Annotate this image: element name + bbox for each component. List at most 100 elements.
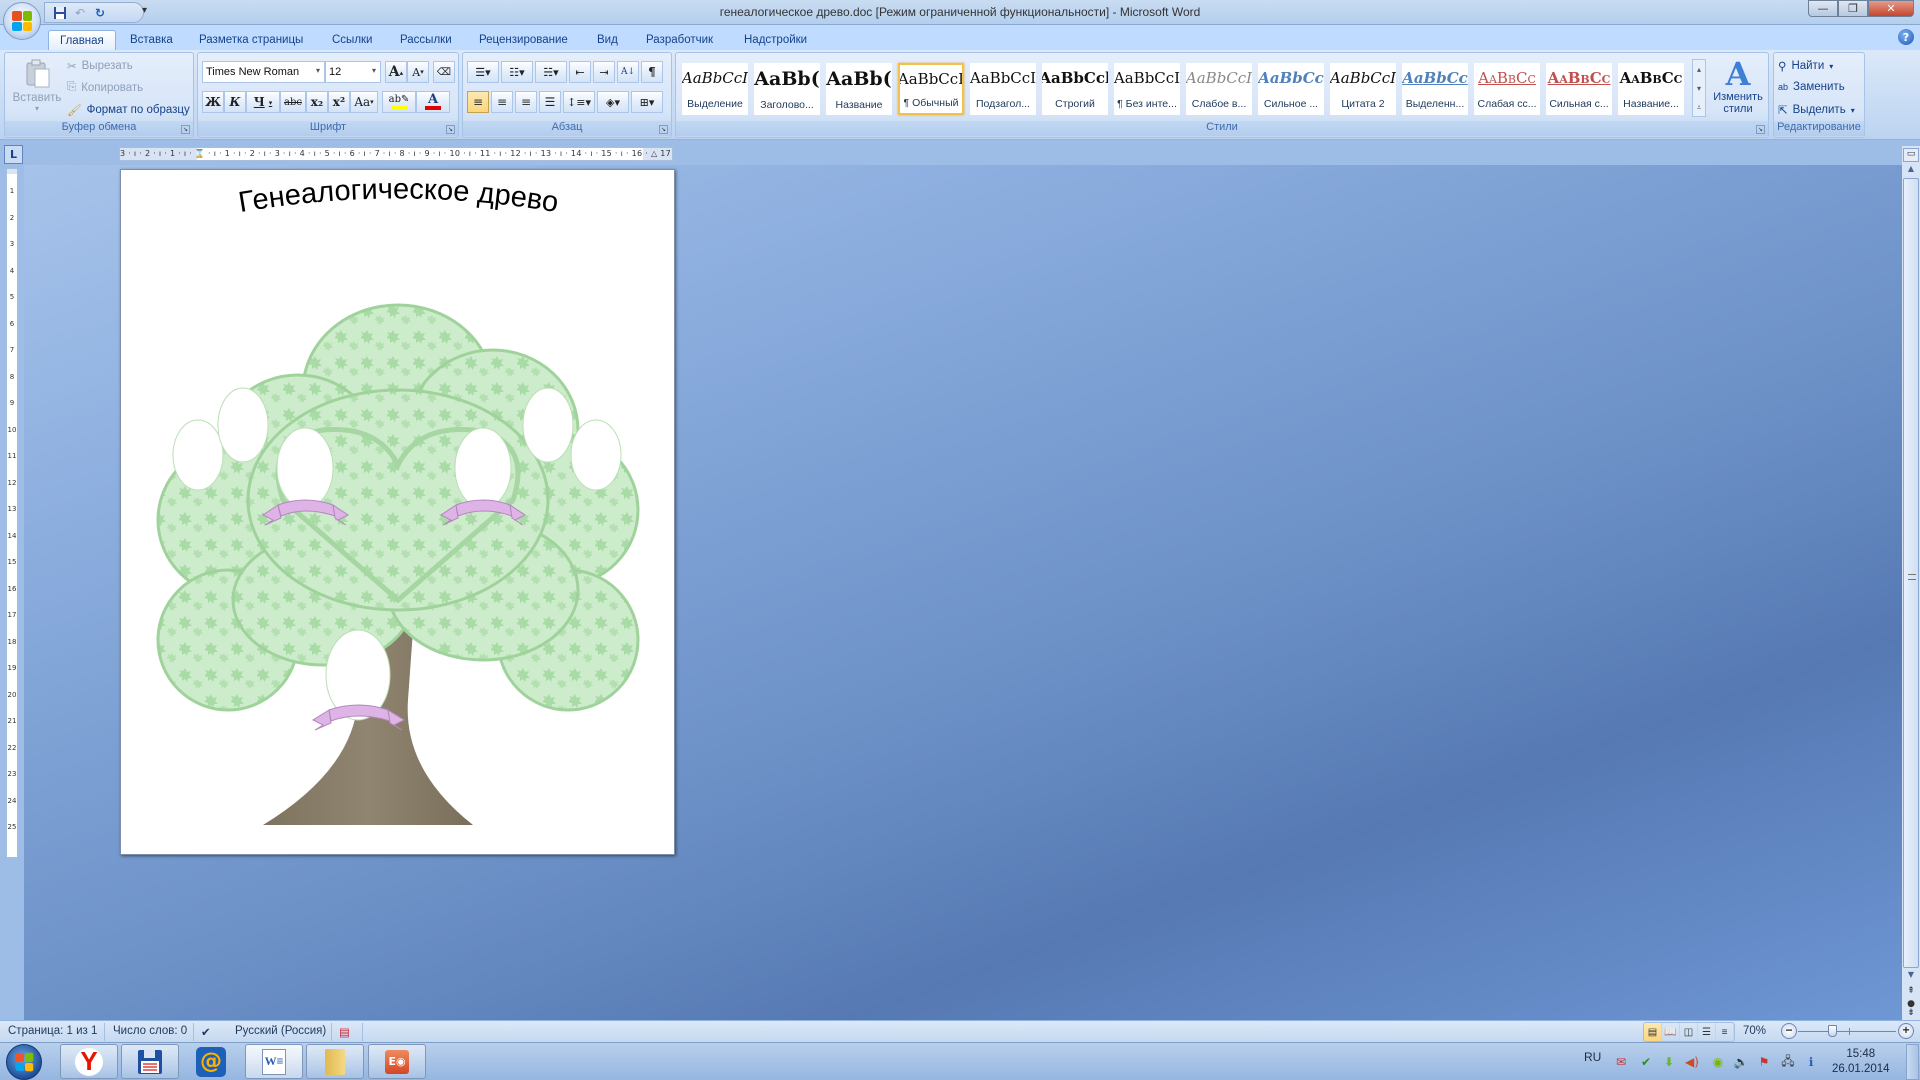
bullets-button[interactable]: ☰▾ [467, 61, 499, 83]
download-icon[interactable]: ⬇ [1661, 1054, 1677, 1070]
zoom-in-icon[interactable]: + [1898, 1023, 1914, 1039]
sort-button[interactable]: A↓ [617, 61, 639, 83]
tab-selector-button[interactable]: L [4, 145, 23, 164]
style-item[interactable]: AaBbCc Слабая сс... [1474, 63, 1540, 115]
borders-button[interactable]: ⊞▾ [631, 91, 663, 113]
macro-recording-icon[interactable]: ▤ [339, 1025, 350, 1039]
style-item[interactable]: AaBbCcI Подзагол... [970, 63, 1036, 115]
office-button[interactable] [3, 2, 41, 40]
grow-font-button[interactable]: A ▴ [385, 61, 407, 83]
bold-button[interactable]: Ж [202, 91, 224, 113]
line-spacing-button[interactable]: ↕≡▾ [563, 91, 595, 113]
font-color-button[interactable]: A [416, 91, 450, 113]
format-painter-button[interactable]: 🖌 Формат по образцу [67, 103, 190, 117]
volume-icon[interactable]: 🔈 [1733, 1054, 1749, 1070]
tab-references[interactable]: Ссылки [321, 30, 384, 50]
gallery-down-icon[interactable]: ▾ [1693, 79, 1705, 98]
gallery-up-icon[interactable]: ▴ [1693, 60, 1705, 79]
horizontal-ruler[interactable]: 3 · ı · 2 · ı · 1 · ı · ⌛ · ı · 1 · ı · … [119, 147, 673, 161]
shading-button[interactable]: ◈▾ [597, 91, 629, 113]
scroll-thumb[interactable] [1903, 178, 1919, 968]
superscript-button[interactable]: x² [328, 91, 350, 113]
tab-review[interactable]: Рецензирование [468, 30, 579, 50]
system-clock[interactable]: 15:48 26.01.2014 [1832, 1047, 1890, 1077]
tab-page-layout[interactable]: Разметка страницы [188, 30, 314, 50]
font-name-combo[interactable]: Times New Roman ▾ [202, 61, 325, 83]
help-icon[interactable]: ? [1898, 29, 1914, 45]
tab-insert[interactable]: Вставка [119, 30, 184, 50]
find-button[interactable]: ⚲ Найти ▾ [1778, 59, 1833, 73]
style-item[interactable]: AaBbCcI Выделение [682, 63, 748, 115]
info-icon[interactable]: ℹ [1803, 1054, 1819, 1070]
cut-button[interactable]: ✂ Вырезать [67, 59, 133, 73]
speaker-alt-icon[interactable]: ◀) [1684, 1054, 1700, 1070]
show-marks-button[interactable]: ¶ [641, 61, 663, 83]
styles-launcher-icon[interactable]: ↘ [1756, 125, 1765, 134]
shrink-font-button[interactable]: A ▾ [407, 61, 429, 83]
decrease-indent-button[interactable]: ⇤ [569, 61, 591, 83]
taskbar-explorer[interactable] [306, 1044, 364, 1079]
tab-home[interactable]: Главная [48, 30, 116, 50]
tab-addins[interactable]: Надстройки [733, 30, 818, 50]
clear-formatting-button[interactable]: ⌫ [433, 61, 455, 83]
taskbar-save-app[interactable] [121, 1044, 179, 1079]
change-case-button[interactable]: Aa ▾ [350, 91, 378, 113]
style-item[interactable]: AaBbCc Выделенн... [1402, 63, 1468, 115]
multilevel-list-button[interactable]: ☵▾ [535, 61, 567, 83]
italic-button[interactable]: К [224, 91, 246, 113]
paragraph-launcher-icon[interactable]: ↘ [659, 125, 668, 134]
taskbar-powerpoint[interactable]: E◉ [368, 1044, 426, 1079]
copy-button[interactable]: ⎘ Копировать [67, 81, 143, 94]
vertical-scrollbar[interactable]: ▭ ▲ ▼ ⇞ ● ⇟ [1902, 146, 1920, 1020]
clipboard-launcher-icon[interactable]: ↘ [181, 125, 190, 134]
style-item[interactable]: AaBb(Название [826, 63, 892, 115]
taskbar-mail-agent[interactable]: @ [182, 1044, 240, 1079]
minimize-button[interactable]: — [1808, 0, 1838, 17]
zoom-level[interactable]: 70% [1743, 1025, 1766, 1037]
replace-button[interactable]: ab Заменить [1778, 81, 1845, 93]
input-language[interactable]: RU [1584, 1050, 1601, 1064]
scroll-down-icon[interactable]: ▼ [1903, 970, 1919, 984]
style-item[interactable]: AaBbCc Название... [1618, 63, 1684, 115]
strikethrough-button[interactable]: abc [280, 91, 306, 113]
page-count[interactable]: Страница: 1 из 1 [8, 1025, 97, 1037]
tab-developer[interactable]: Разработчик [635, 30, 724, 50]
style-item[interactable]: AaBbCcI Слабое в... [1186, 63, 1252, 115]
select-button[interactable]: ⇱ Выделить ▾ [1778, 103, 1855, 117]
subscript-button[interactable]: x₂ [306, 91, 328, 113]
full-screen-reading-icon[interactable]: 📖 [1662, 1023, 1680, 1041]
paste-button[interactable]: Вставить ▾ [11, 57, 63, 119]
increase-indent-button[interactable]: ⇥ [593, 61, 615, 83]
justify-button[interactable]: ☰ [539, 91, 561, 113]
style-item[interactable]: AaBbCcI Цитата 2 [1330, 63, 1396, 115]
style-item[interactable]: AaBbCc Сильное ... [1258, 63, 1324, 115]
previous-page-icon[interactable]: ⇞ [1903, 986, 1919, 1000]
network-error-icon[interactable]: ✉ [1613, 1054, 1629, 1070]
style-item[interactable]: AaBbCcI ¶ Обычный [898, 63, 964, 115]
numbering-button[interactable]: ☷▾ [501, 61, 533, 83]
style-item[interactable]: AaBbCcI ¶ Без инте... [1114, 63, 1180, 115]
print-layout-icon[interactable]: ▤ [1644, 1023, 1662, 1041]
align-right-button[interactable]: ≡ [515, 91, 537, 113]
align-left-button[interactable]: ≡ [467, 91, 489, 113]
proofing-icon[interactable]: ✔ [201, 1025, 211, 1039]
start-button[interactable] [6, 1044, 42, 1080]
highlight-button[interactable]: ab✎ [382, 91, 416, 113]
show-desktop-button[interactable] [1906, 1044, 1919, 1080]
taskbar-yandex-browser[interactable]: Y [60, 1044, 118, 1079]
taskbar-word[interactable]: W≡ [245, 1044, 303, 1079]
zoom-slider[interactable] [1798, 1031, 1896, 1032]
update-ok-icon[interactable]: ✔ [1638, 1054, 1654, 1070]
change-styles-button[interactable]: A Изменить стили [1710, 57, 1766, 115]
action-center-flag-icon[interactable]: ⚑ [1756, 1054, 1772, 1070]
tab-view[interactable]: Вид [586, 30, 629, 50]
web-layout-icon[interactable]: ◫ [1680, 1023, 1698, 1041]
underline-button[interactable]: Ч ▾ [246, 91, 280, 113]
network-icon[interactable]: 🖧 [1780, 1054, 1796, 1070]
style-item[interactable]: AaBbCc Сильная с... [1546, 63, 1612, 115]
gallery-more-icon[interactable]: ⩡ [1693, 98, 1705, 117]
nvidia-icon[interactable]: ◉ [1710, 1054, 1726, 1070]
vertical-ruler[interactable]: 1 2 3 4 5 6 7 8 9 10 11 12 13 14 15 16 17 18 19 20 21 22 23 24 2… [6, 168, 18, 858]
tab-mailings[interactable]: Рассылки [389, 30, 463, 50]
style-item[interactable]: AaBbCcl Строгий [1042, 63, 1108, 115]
